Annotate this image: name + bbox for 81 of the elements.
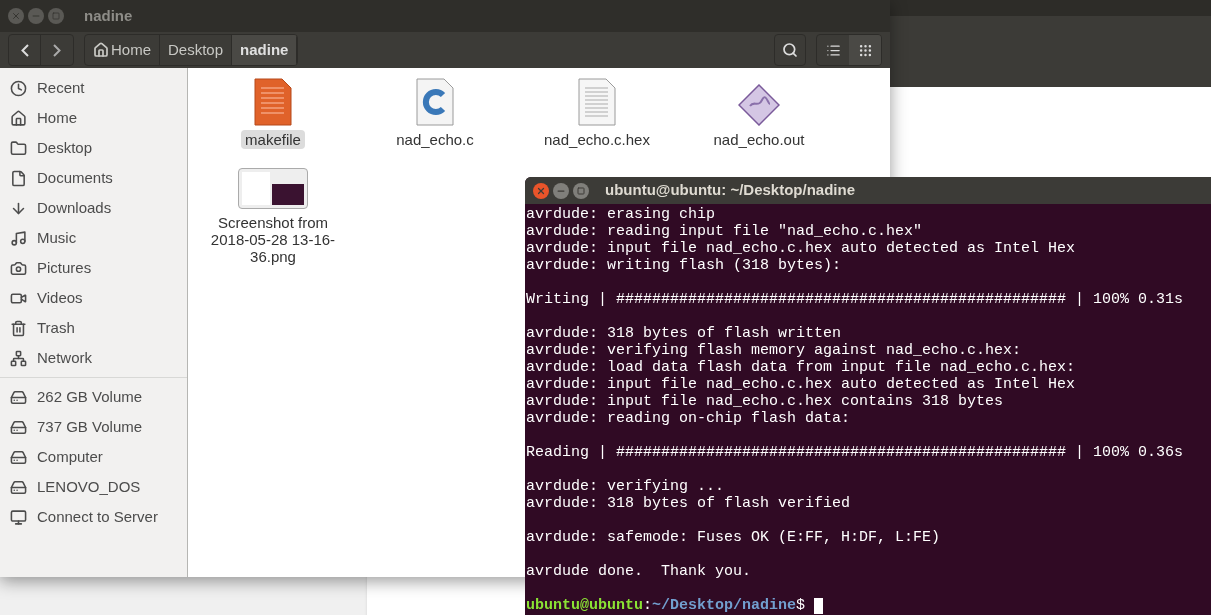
terminal-line: avrdude: 318 bytes of flash written [526,325,843,342]
sidebar-item[interactable]: Trash [37,316,75,340]
terminal-line: avrdude: input file nad_echo.c.hex contains 318 bytes [526,393,1005,410]
document-icon [578,78,616,126]
search-button[interactable] [774,34,806,66]
maximize-icon [577,186,585,195]
monitor-icon [10,508,27,526]
file-name[interactable]: nad_echo.c.hex [540,130,654,149]
terminal-line: avrdude: verifying flash memory against nad_echo.c.hex: [526,342,1023,359]
document-icon [10,169,27,187]
minimize-button[interactable] [553,182,569,199]
file-name[interactable]: nad_echo.c [392,130,478,149]
window-title: nadine [84,5,133,26]
grid-view-button[interactable] [849,35,881,65]
maximize-button[interactable] [48,8,64,24]
home-icon [93,42,109,58]
home-icon [10,109,27,127]
sidebar-item[interactable]: Videos [37,286,83,310]
file-name[interactable]: Screenshot from 2018-05-28 13-16-36.png [198,213,348,266]
terminal-line: avrdude: 318 bytes of flash verified [526,495,852,512]
sidebar-item[interactable]: LENOVO_DOS [37,475,141,499]
terminal-line: avrdude: input file nad_echo.c.hex auto detected as Intel Hex [526,240,1077,257]
close-button[interactable] [533,182,549,199]
forward-icon [53,43,61,57]
terminal-line: Writing | ################################################## | 100% 0.31s [526,291,1185,308]
sidebar-item[interactable]: 737 GB Volume [37,415,143,439]
sidebar-item[interactable]: Desktop [37,136,93,160]
grid-icon [857,42,873,58]
terminal-line: avrdude: load data flash data from input file nad_echo.c.hex: [526,359,1077,376]
sidebar-item[interactable]: Music [37,226,77,250]
sidebar-item[interactable]: Network [37,346,92,370]
music-icon [10,229,27,247]
terminal-line: avrdude: erasing chip [526,206,717,223]
close-button[interactable] [8,8,24,24]
prompt-user: ubuntu@ubuntu [526,597,644,614]
close-icon [536,185,546,196]
list-icon [825,42,841,58]
close-icon [11,11,21,21]
breadcrumb[interactable]: Home [85,35,160,65]
camera-icon [10,259,27,277]
window-title: ubuntu@ubuntu: ~/Desktop/nadine [605,180,856,201]
sidebar-item[interactable]: Pictures [37,256,92,280]
maximize-icon [52,12,60,20]
c-source-file-icon [416,78,454,126]
terminal-line: Reading | ################################################## | 100% 0.36s [526,444,1185,461]
file-name[interactable]: nad_echo.out [709,130,809,149]
drive-icon [10,478,27,496]
terminal-line: avrdude done. Thank you. [526,563,753,580]
sidebar-item[interactable]: Home [37,106,77,130]
sidebar-item[interactable]: 262 GB Volume [37,385,143,409]
prompt-symbol: $ [796,597,806,614]
terminal-line: avrdude: safemode: Fuses OK (E:FF, H:DF, L:FE) [526,529,942,546]
prompt-path: ~/Desktop/nadine [652,597,797,614]
breadcrumb[interactable]: nadine [232,35,298,65]
sidebar-item[interactable]: Recent [37,76,85,100]
text-cursor [814,597,824,614]
terminal-line: avrdude: writing flash (318 bytes): [526,257,843,274]
back-icon [20,43,29,57]
file-name[interactable]: makefile [241,130,305,149]
document-icon [254,78,292,126]
image-thumbnail [238,168,308,209]
search-icon [782,42,798,58]
trash-icon [10,319,27,337]
terminal-line: avrdude: reading on-chip flash data: [526,410,852,427]
terminal-line: avrdude: reading input file "nad_echo.c.hex" [526,223,924,240]
sidebar-item[interactable]: Documents [37,166,113,190]
clock-icon [10,79,27,97]
prompt-separator: : [643,597,653,614]
drive-icon [10,388,27,406]
terminal-line: avrdude: input file nad_echo.c.hex auto detected as Intel Hex [526,376,1077,393]
drive-icon [10,448,27,466]
maximize-button[interactable] [573,182,589,199]
minimize-button[interactable] [28,8,44,24]
sidebar-item[interactable]: Computer [37,445,103,469]
executable-icon [738,84,780,126]
sidebar-item[interactable]: Connect to Server [37,505,158,529]
network-icon [10,349,27,367]
folder-icon [10,139,27,157]
terminal-line: avrdude: verifying ... [526,478,726,495]
sidebar-item[interactable]: Downloads [37,196,112,220]
drive-icon [10,418,27,436]
